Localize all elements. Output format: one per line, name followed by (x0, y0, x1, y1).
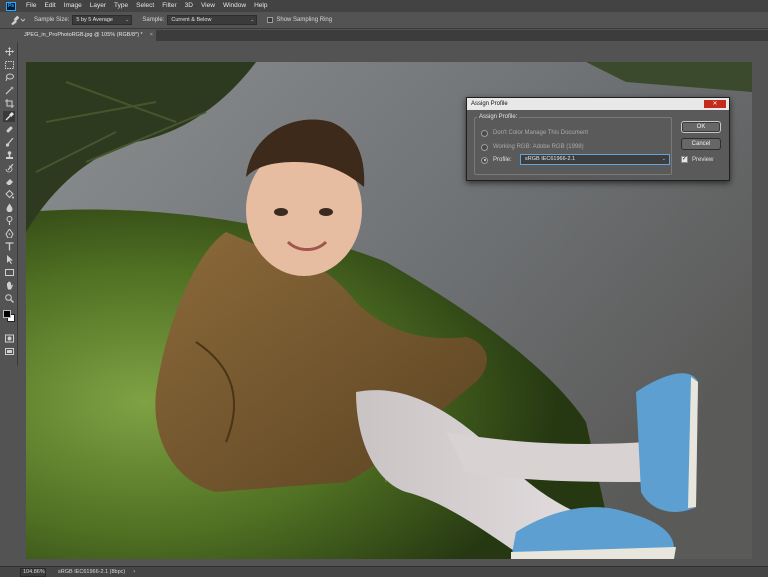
chevron-down-icon: ⌄ (661, 156, 666, 162)
sample-size-select[interactable]: 5 by 5 Average ⌄ (72, 15, 133, 25)
history-brush-icon[interactable] (3, 163, 15, 174)
clone-stamp-icon[interactable] (3, 150, 15, 161)
paint-bucket-icon[interactable] (3, 189, 15, 200)
sampling-ring-label: Show Sampling Ring (276, 17, 333, 23)
document-tab-bar: JPEG_in_ProPhotoRGB.jpg @ 105% (RGB/8*) … (20, 30, 768, 41)
menu-view[interactable]: View (197, 0, 219, 12)
document-tab-title: JPEG_in_ProPhotoRGB.jpg @ 105% (RGB/8*) … (24, 32, 143, 38)
menu-type[interactable]: Type (110, 0, 132, 12)
screen-mode-icon[interactable] (3, 346, 15, 357)
foreground-color-swatch[interactable] (3, 310, 11, 318)
sample-label: Sample: (142, 17, 165, 23)
sampling-ring-checkbox[interactable] (267, 17, 274, 23)
radio-label: Profile: (493, 157, 512, 163)
document-profile-info: sRGB IEC61966-2.1 (8bpc) (58, 569, 126, 575)
lasso-tool-icon[interactable] (3, 72, 15, 83)
move-tool-icon[interactable] (3, 46, 15, 57)
menu-3d[interactable]: 3D (181, 0, 197, 12)
radio-profile[interactable]: Profile: (481, 155, 512, 165)
assign-profile-dialog: Assign Profile ✕ Assign Profile: Don't C… (466, 97, 730, 181)
eraser-tool-icon[interactable] (3, 176, 15, 187)
eyedropper-tool-icon[interactable] (3, 111, 15, 122)
close-icon[interactable]: × (150, 30, 153, 41)
status-bar: 104.86% sRGB IEC61966-2.1 (8bpc) › (0, 566, 768, 577)
menu-layer[interactable]: Layer (86, 0, 110, 12)
chevron-down-icon: ⌄ (250, 17, 255, 23)
group-label: Assign Profile: (477, 114, 520, 120)
radio-button[interactable] (481, 143, 488, 151)
menu-help[interactable]: Help (250, 0, 271, 12)
document-tab[interactable]: JPEG_in_ProPhotoRGB.jpg @ 105% (RGB/8*) … (20, 30, 156, 41)
radio-button[interactable] (481, 156, 488, 164)
sample-value: Current & Below (171, 17, 212, 23)
blur-tool-icon[interactable] (3, 202, 15, 213)
pen-tool-icon[interactable] (3, 228, 15, 239)
menu-select[interactable]: Select (132, 0, 158, 12)
status-menu-arrow[interactable]: › (133, 569, 135, 575)
zoom-tool-icon[interactable] (3, 293, 15, 304)
menu-image[interactable]: Image (60, 0, 86, 12)
marquee-tool-icon[interactable] (3, 59, 15, 70)
sample-size-label: Sample Size: (34, 17, 70, 23)
quick-mask-icon[interactable] (3, 333, 15, 344)
ok-button[interactable]: OK (681, 121, 721, 133)
cancel-button[interactable]: Cancel (681, 138, 721, 150)
options-bar: Sample Size: 5 by 5 Average ⌄ Sample: Cu… (0, 12, 768, 29)
menu-window[interactable]: Window (219, 0, 250, 12)
path-selection-icon[interactable] (3, 254, 15, 265)
healing-brush-icon[interactable] (3, 124, 15, 135)
type-tool-icon[interactable] (3, 241, 15, 252)
chevron-down-icon: ⌄ (125, 17, 130, 23)
preview-label: Preview (692, 156, 714, 163)
profile-select[interactable]: sRGB IEC61966-2.1 ⌄ (520, 154, 670, 165)
profile-select-value: sRGB IEC61966-2.1 (525, 156, 576, 162)
radio-button[interactable] (481, 129, 488, 137)
menu-filter[interactable]: Filter (158, 0, 180, 12)
rectangle-tool-icon[interactable] (3, 267, 15, 278)
dialog-title: Assign Profile (471, 101, 508, 107)
radio-working-rgb[interactable]: Working RGB: Adobe RGB (1998) (481, 142, 584, 152)
hand-tool-icon[interactable] (3, 280, 15, 291)
radio-label: Don't Color Manage This Document (493, 130, 589, 136)
tool-preset-picker[interactable] (8, 14, 26, 26)
photoshop-logo: Ps (6, 1, 16, 11)
sample-size-value: 5 by 5 Average (76, 17, 113, 23)
tools-panel (0, 42, 18, 366)
eyedropper-icon (11, 15, 25, 25)
zoom-level-field[interactable]: 104.86% (20, 567, 46, 577)
magic-wand-icon[interactable] (3, 85, 15, 96)
menu-file[interactable]: File (22, 0, 40, 12)
menu-bar: Ps File Edit Image Layer Type Select Fil… (0, 0, 768, 12)
dodge-tool-icon[interactable] (3, 215, 15, 226)
dialog-title-bar[interactable]: Assign Profile ✕ (467, 98, 729, 110)
sample-select[interactable]: Current & Below ⌄ (167, 15, 258, 25)
radio-label: Working RGB: Adobe RGB (1998) (493, 144, 584, 150)
preview-checkbox[interactable]: ✓ (681, 156, 688, 163)
crop-tool-icon[interactable] (3, 98, 15, 109)
close-icon[interactable]: ✕ (704, 100, 726, 108)
radio-dont-color-manage[interactable]: Don't Color Manage This Document (481, 128, 588, 138)
brush-tool-icon[interactable] (3, 137, 15, 148)
menu-edit[interactable]: Edit (40, 0, 59, 12)
color-swatches[interactable] (2, 308, 16, 324)
preview-option[interactable]: ✓ Preview (681, 156, 713, 163)
